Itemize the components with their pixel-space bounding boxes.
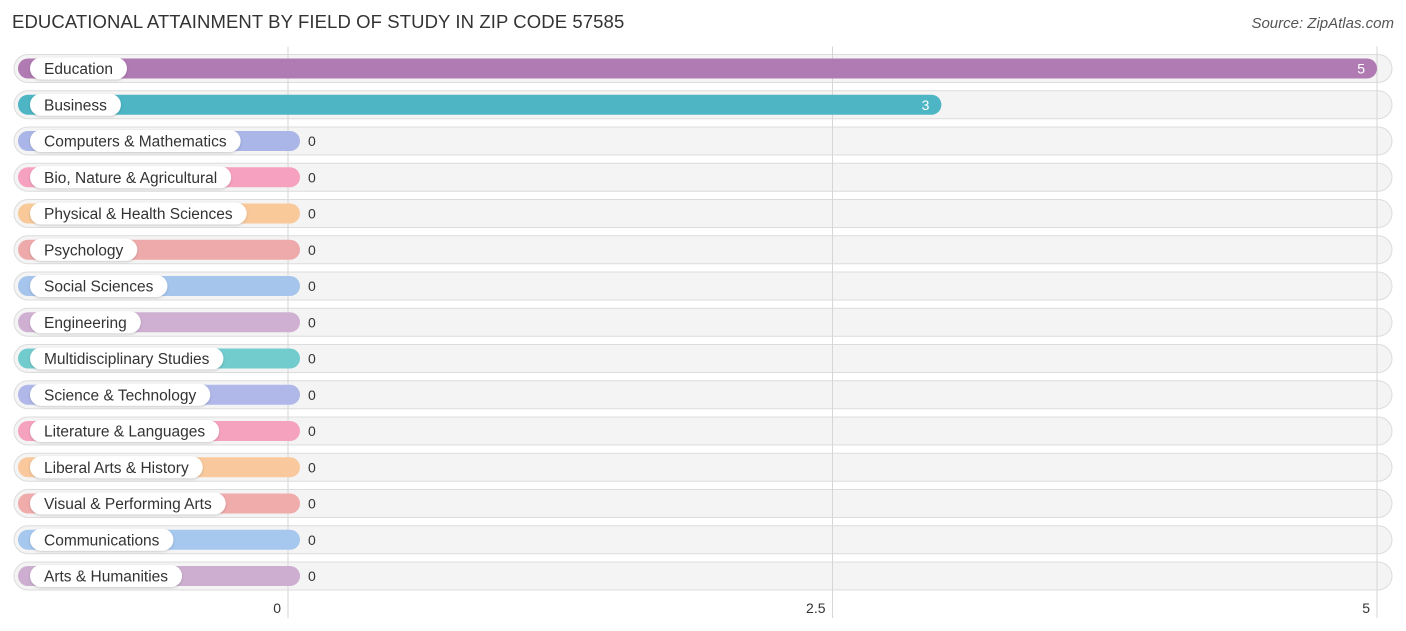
bar-row: Computers & Mathematics 0: [18, 130, 316, 152]
category-label: Education: [44, 61, 113, 78]
category-label: Physical & Health Sciences: [44, 206, 233, 223]
bar-row: Literature & Languages 0: [18, 420, 316, 442]
x-tick-label: 2.5: [806, 600, 826, 616]
category-label: Computers & Mathematics: [44, 134, 227, 151]
category-label: Literature & Languages: [44, 424, 205, 441]
category-label: Business: [44, 97, 107, 114]
category-label: Science & Technology: [44, 387, 196, 404]
value-label: 0: [308, 423, 316, 439]
bar-row: Physical & Health Sciences 0: [18, 202, 316, 225]
value-label: 0: [308, 133, 316, 149]
value-label: 0: [308, 278, 316, 294]
value-label: 0: [308, 459, 316, 475]
value-label: 0: [308, 169, 316, 185]
bar-chart: Education 5 Business 3 Computers & Mathemati…: [13, 46, 1393, 618]
category-label: Communications: [44, 532, 160, 549]
category-label: Psychology: [44, 242, 124, 259]
value-label: 0: [308, 532, 316, 548]
bar-row: Communications 0: [18, 528, 316, 551]
bar-row: Science & Technology 0: [18, 383, 316, 406]
value-label: 5: [1357, 61, 1365, 77]
bar-row: Education 5: [18, 57, 1377, 80]
value-label: 0: [308, 351, 316, 367]
bar: [18, 94, 942, 115]
value-label: 0: [308, 496, 316, 512]
category-label: Bio, Nature & Agricultural: [44, 170, 217, 187]
x-tick-label: 0: [273, 600, 281, 616]
bar-row: Liberal Arts & History 0: [18, 456, 316, 479]
value-label: 0: [308, 387, 316, 403]
category-label: Multidisciplinary Studies: [44, 351, 210, 368]
bar-row: Psychology 0: [18, 238, 316, 261]
category-label: Engineering: [44, 315, 127, 332]
category-label: Liberal Arts & History: [44, 460, 189, 477]
value-label: 0: [308, 206, 316, 222]
category-label: Arts & Humanities: [44, 569, 168, 586]
bar-row: Visual & Performing Arts 0: [18, 492, 316, 515]
value-label: 0: [308, 568, 316, 584]
category-label: Social Sciences: [44, 279, 154, 296]
bar-row: Bio, Nature & Agricultural 0: [18, 166, 316, 189]
bar: [18, 58, 1377, 79]
x-tick-label: 5: [1362, 600, 1370, 616]
bar-row: Social Sciences 0: [18, 275, 316, 297]
value-label: 0: [308, 242, 316, 258]
bar-row: Engineering 0: [18, 311, 316, 334]
bar-row: Arts & Humanities 0: [18, 565, 316, 587]
bar-row: Multidisciplinary Studies 0: [18, 347, 316, 370]
bar-row: Business 3: [18, 93, 942, 116]
category-label: Visual & Performing Arts: [44, 496, 212, 513]
value-label: 0: [308, 314, 316, 330]
value-label: 3: [922, 97, 930, 113]
